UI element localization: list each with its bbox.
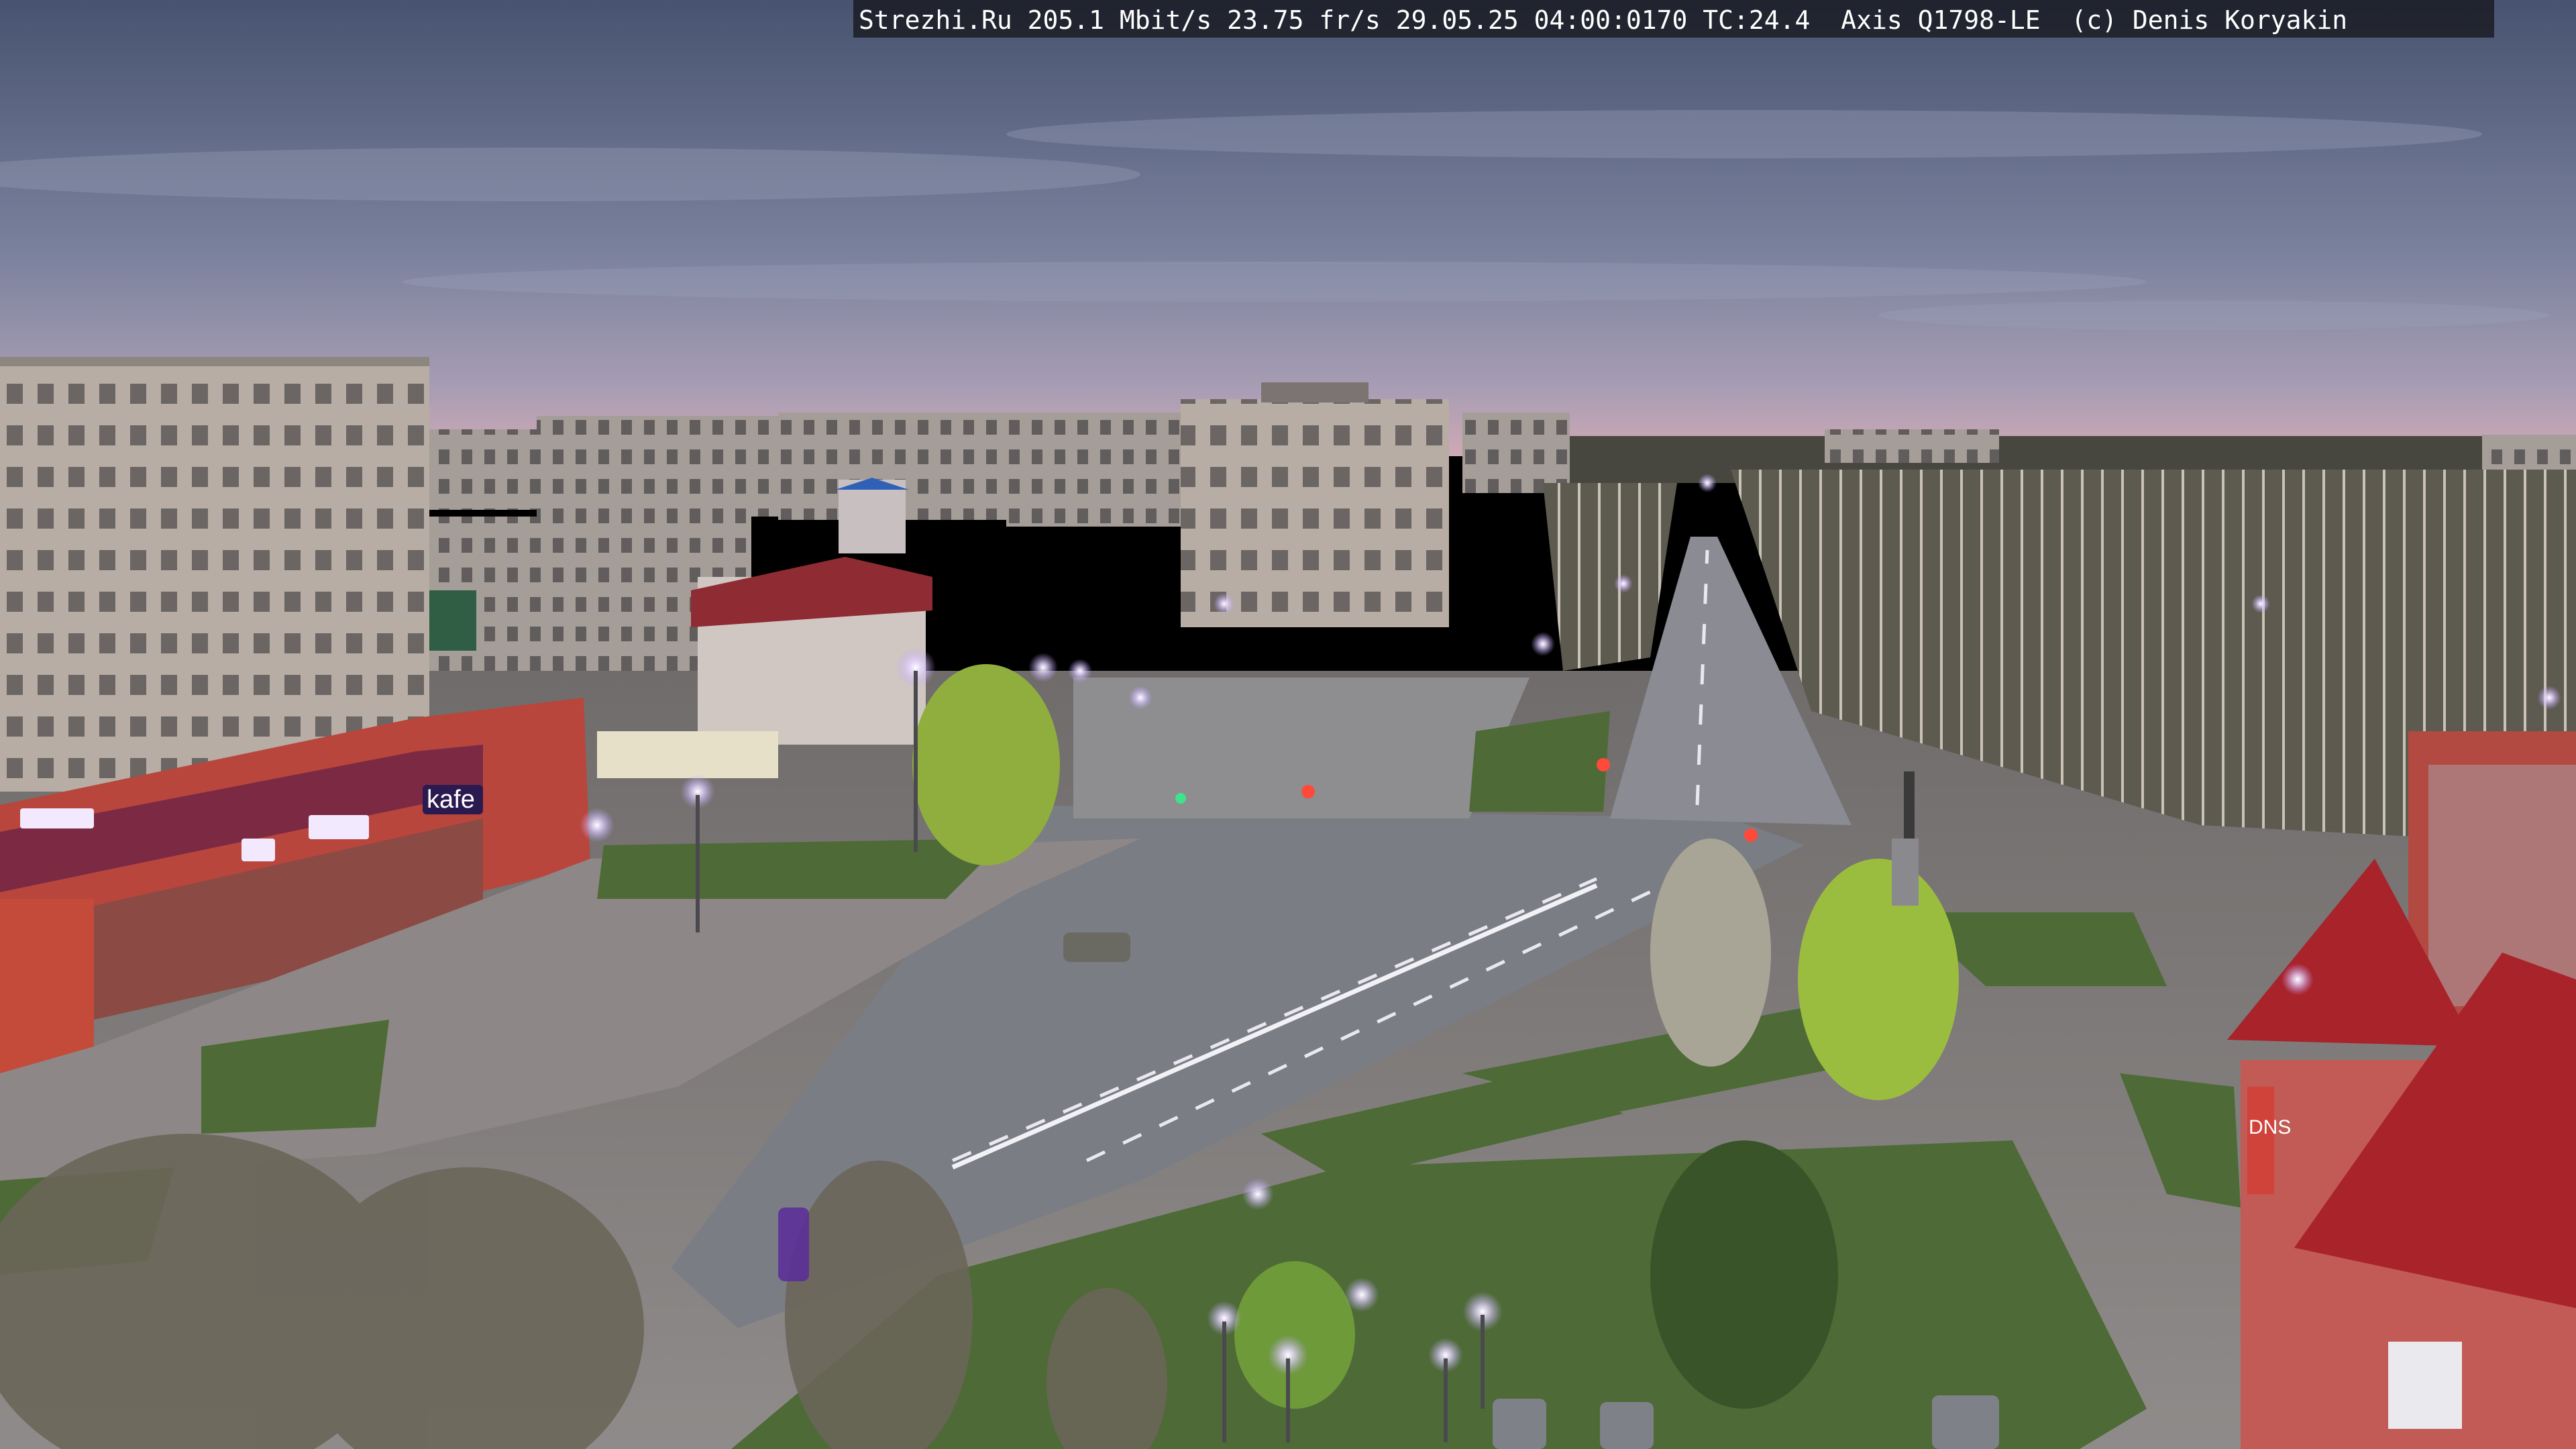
kafe-sign: kafe xyxy=(423,785,483,814)
svg-text:kafe: kafe xyxy=(427,786,475,814)
left-apartment-building xyxy=(0,357,429,792)
car-on-plaza xyxy=(1063,932,1130,962)
webcam-street-scene: kafe DNS xyxy=(0,0,2576,1449)
camera-caption: Strezhi.Ru 205.1 Mbit/s 23.75 fr/s 29.05… xyxy=(859,5,2348,35)
svg-text:DNS: DNS xyxy=(2249,1116,2291,1138)
central-tall-building xyxy=(1181,382,1449,627)
neon-decoration xyxy=(778,1208,809,1281)
